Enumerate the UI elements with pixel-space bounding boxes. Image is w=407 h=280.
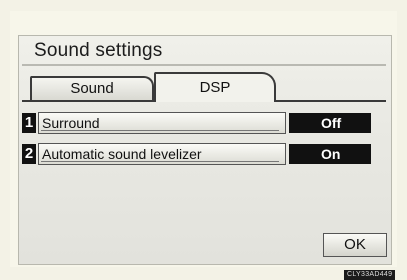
row-number-badge: 2	[22, 144, 36, 164]
surround-status: Off	[289, 113, 371, 133]
surround-button[interactable]: Surround	[38, 112, 286, 134]
figure-code: CLY33AD449	[344, 270, 396, 280]
setting-row-surround: 1 Surround Off	[22, 112, 371, 134]
ok-button[interactable]: OK	[323, 233, 387, 257]
row-number-badge: 1	[22, 113, 36, 133]
auto-levelizer-button[interactable]: Automatic sound levelizer	[38, 143, 286, 165]
setting-row-auto-levelizer: 2 Automatic sound levelizer On	[22, 143, 371, 165]
title-divider	[22, 64, 386, 66]
page-title: Sound settings	[34, 40, 163, 61]
tab-sound[interactable]: Sound	[30, 76, 154, 100]
auto-levelizer-status: On	[289, 144, 371, 164]
tab-dsp[interactable]: DSP	[154, 72, 276, 102]
